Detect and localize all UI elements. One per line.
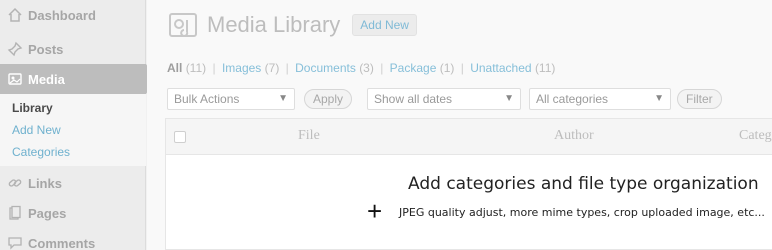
sidebar-item-pages[interactable]: Pages <box>0 198 146 228</box>
bulk-actions-value: Bulk Actions <box>174 92 240 106</box>
sidebar-item-comments[interactable]: Comments <box>0 228 146 250</box>
chevron-down-icon: ▼ <box>278 93 288 104</box>
column-file[interactable]: File <box>298 128 320 144</box>
submenu-categories[interactable]: Categories <box>12 145 70 159</box>
sidebar-item-links[interactable]: Links <box>0 168 146 198</box>
chevron-down-icon: ▼ <box>504 93 514 104</box>
submenu-library[interactable]: Library <box>12 101 53 115</box>
media-icon <box>6 71 23 88</box>
sidebar-item-label: Pages <box>28 205 67 221</box>
filter-package-count: (1) <box>439 61 455 75</box>
filter-documents[interactable]: Documents <box>295 61 356 75</box>
media-type-filters: All (11) | Images (7) | Documents (3) | … <box>167 61 555 75</box>
pin-icon <box>6 41 23 58</box>
date-filter-value: Show all dates <box>374 92 453 106</box>
filter-separator: | <box>380 61 384 75</box>
filter-all[interactable]: All <box>167 61 182 75</box>
page-header: Media Library Add New <box>167 8 417 42</box>
home-icon <box>6 7 23 24</box>
column-categories[interactable]: Categ <box>739 128 772 144</box>
comments-icon <box>6 235 23 250</box>
filter-documents-count: (3) <box>359 61 374 75</box>
admin-sidebar: Dashboard Posts Media Library Add New Ca… <box>0 0 156 250</box>
category-filter-value: All categories <box>536 92 609 106</box>
sidebar-item-label: Dashboard <box>28 7 96 23</box>
media-submenu: Library Add New Categories <box>0 94 146 166</box>
category-filter-select[interactable]: All categories ▼ <box>529 88 671 110</box>
sidebar-item-dashboard[interactable]: Dashboard <box>0 0 146 30</box>
page-title: Media Library <box>207 12 341 37</box>
date-filter-select[interactable]: Show all dates ▼ <box>367 88 521 110</box>
chevron-down-icon: ▼ <box>654 93 664 104</box>
filter-separator: | <box>460 61 464 75</box>
add-new-button[interactable]: Add New <box>352 14 417 36</box>
sidebar-item-label: Comments <box>28 235 96 250</box>
pages-icon <box>6 205 23 222</box>
column-author[interactable]: Author <box>554 128 594 144</box>
filter-images[interactable]: Images <box>222 61 261 75</box>
filter-separator: | <box>212 61 216 75</box>
app-window: Dashboard Posts Media Library Add New Ca… <box>0 0 772 250</box>
sidebar-item-label: Media <box>28 71 65 87</box>
bulk-actions-select[interactable]: Bulk Actions ▼ <box>167 88 295 110</box>
apply-button[interactable]: Apply <box>304 89 353 109</box>
select-all-checkbox[interactable] <box>174 131 186 143</box>
filter-separator: | <box>285 61 289 75</box>
filter-unattached[interactable]: Unattached <box>470 61 531 75</box>
table-header: File Author Categ <box>166 119 772 155</box>
submenu-add-new[interactable]: Add New <box>12 123 61 137</box>
sidebar-item-label: Links <box>28 175 62 191</box>
banner-subtitle: JPEG quality adjust, more mime types, cr… <box>399 206 765 219</box>
sidebar-item-media[interactable]: Media <box>0 64 156 94</box>
filter-button[interactable]: Filter <box>677 89 722 109</box>
plus-icon: + <box>367 196 383 226</box>
filter-unattached-count: (11) <box>534 61 556 75</box>
media-library-icon <box>167 8 199 42</box>
filter-package[interactable]: Package <box>390 61 437 75</box>
sidebar-item-label: Posts <box>28 41 64 57</box>
filter-all-count: (11) <box>185 61 207 75</box>
link-icon <box>6 175 23 192</box>
filter-images-count: (7) <box>264 61 280 75</box>
banner-title: Add categories and file type organizatio… <box>408 174 759 194</box>
sidebar-item-posts[interactable]: Posts <box>0 34 146 64</box>
